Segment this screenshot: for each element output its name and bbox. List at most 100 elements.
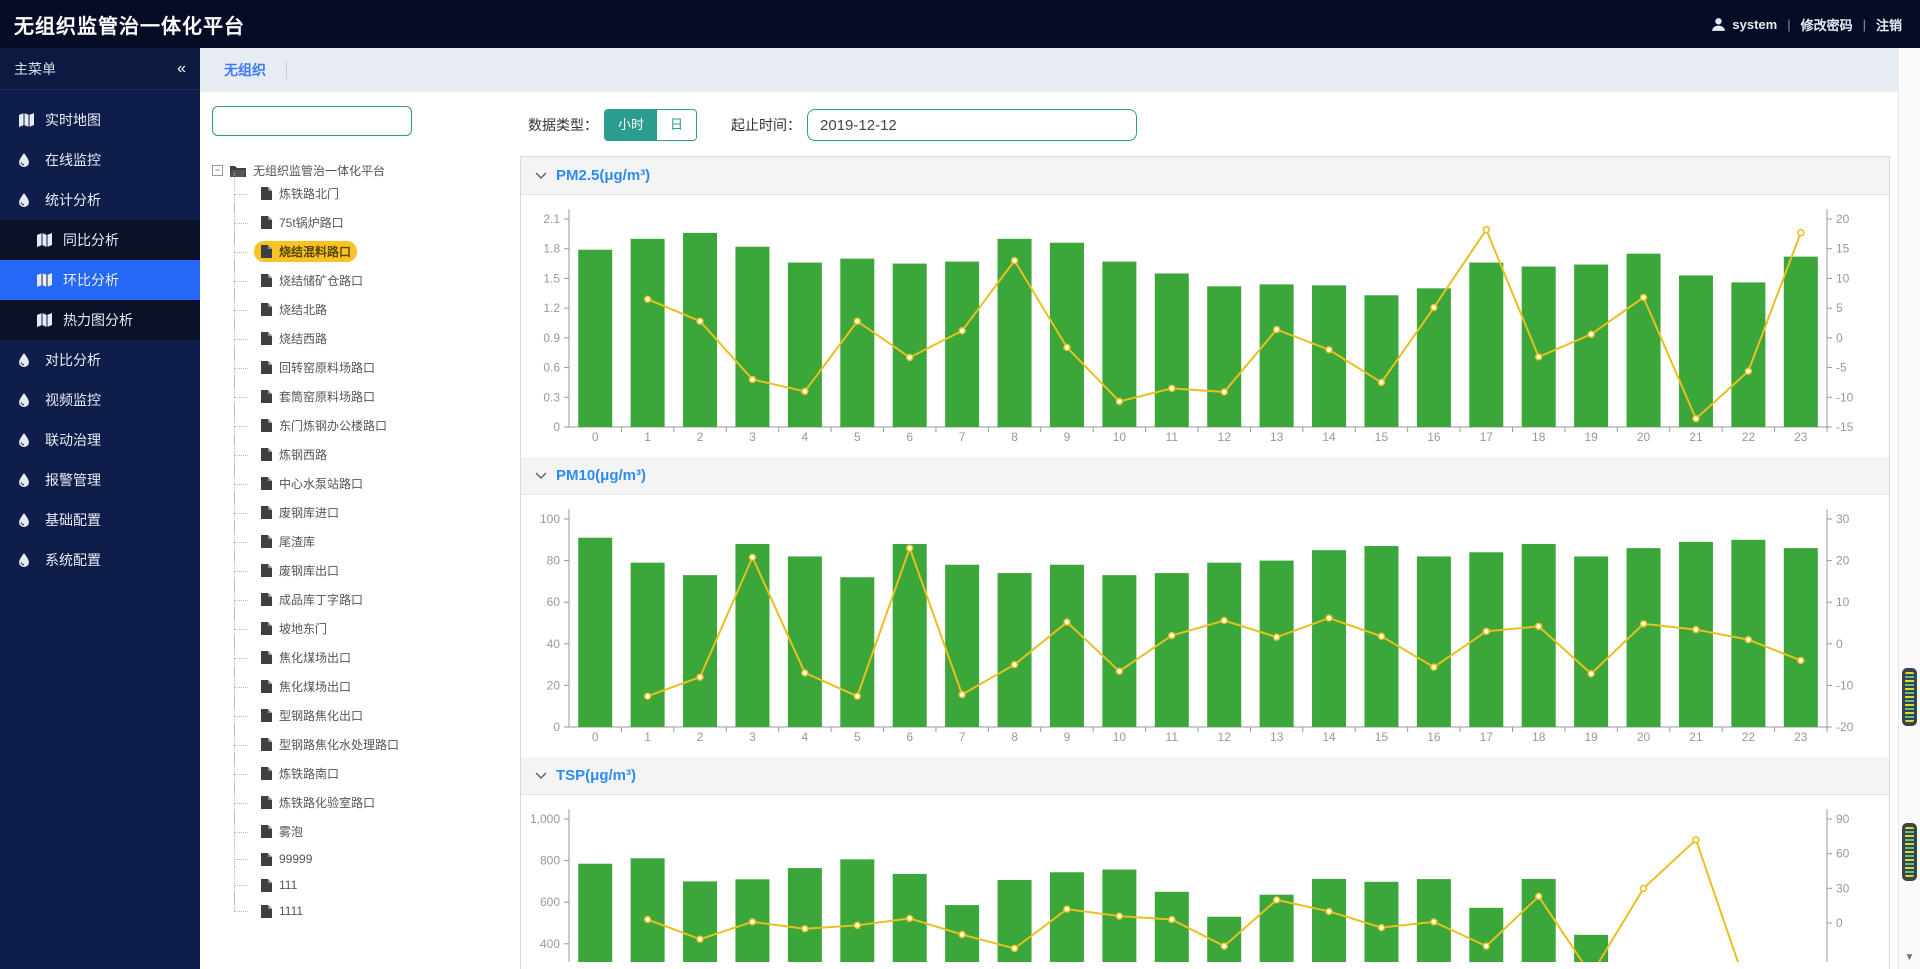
chart-section-header[interactable]: TSP(μg/m³) <box>521 757 1889 795</box>
svg-text:5: 5 <box>854 430 861 444</box>
file-icon <box>260 622 272 635</box>
collapse-sidebar-icon[interactable]: « <box>177 60 186 78</box>
tree-node[interactable]: 炼铁路南口 <box>228 759 510 788</box>
tree-node[interactable]: 型钢路焦化水处理路口 <box>228 730 510 759</box>
sidebar-title: 主菜单 <box>14 59 56 79</box>
file-icon <box>260 680 272 693</box>
tree-node[interactable]: 焦化煤场出口 <box>228 643 510 672</box>
tree-node[interactable]: 废钢库出口 <box>228 556 510 585</box>
tree-node[interactable]: 焦化煤场出口 <box>228 672 510 701</box>
tree-node[interactable]: 套筒窑原料场路口 <box>228 382 510 411</box>
file-icon <box>260 879 272 892</box>
svg-text:23: 23 <box>1794 430 1808 444</box>
tree-root[interactable]: − 无组织监管治一体化平台 <box>212 162 510 179</box>
tree-node[interactable]: 雾泡 <box>228 817 510 846</box>
tree-node[interactable]: 111 <box>228 872 510 898</box>
tree-node[interactable]: 烧结西路 <box>228 324 510 353</box>
tree-node[interactable]: 75t锅炉路口 <box>228 208 510 237</box>
username: system <box>1732 17 1777 32</box>
chart-section-header[interactable]: PM2.5(μg/m³) <box>521 157 1889 195</box>
file-icon <box>260 905 272 918</box>
sidebar-item[interactable]: 实时地图 <box>0 100 200 140</box>
svg-text:11: 11 <box>1166 430 1179 444</box>
tree-expander-icon[interactable]: − <box>212 165 223 176</box>
hour-toggle-button[interactable]: 小时 <box>605 110 657 140</box>
sidebar-item[interactable]: 视频监控 <box>0 380 200 420</box>
svg-text:0: 0 <box>1836 331 1843 345</box>
tree-search-input[interactable] <box>212 106 412 136</box>
svg-text:0: 0 <box>592 730 599 744</box>
chart-section-header[interactable]: PM10(μg/m³) <box>521 457 1889 495</box>
date-picker-input[interactable] <box>807 109 1137 141</box>
tree-node[interactable]: 型钢路焦化出口 <box>228 701 510 730</box>
sidebar-item[interactable]: 联动治理 <box>0 420 200 460</box>
tree-node-selected[interactable]: 烧结混料路口 <box>228 237 510 266</box>
sidebar-item[interactable]: 报警管理 <box>0 460 200 500</box>
sidebar-item[interactable]: 环比分析 <box>0 260 200 300</box>
tree-node[interactable]: 尾渣库 <box>228 527 510 556</box>
svg-text:0: 0 <box>592 430 599 444</box>
scrollbar-thumb[interactable] <box>1902 668 1917 726</box>
sidebar-item[interactable]: 系统配置 <box>0 540 200 580</box>
sidebar-item[interactable]: 对比分析 <box>0 340 200 380</box>
svg-text:0.6: 0.6 <box>543 361 560 375</box>
file-icon <box>260 506 272 519</box>
sidebar-item[interactable]: 在线监控 <box>0 140 200 180</box>
logout-link[interactable]: 注销 <box>1876 15 1902 34</box>
file-icon <box>260 738 272 751</box>
file-icon <box>260 709 272 722</box>
scrollbar-thumb[interactable] <box>1902 823 1917 881</box>
svg-text:20: 20 <box>1836 212 1850 226</box>
svg-text:40: 40 <box>547 637 561 651</box>
sidebar: 主菜单 « 实时地图在线监控统计分析同比分析环比分析热力图分析对比分析视频监控联… <box>0 48 200 969</box>
svg-text:16: 16 <box>1427 730 1441 744</box>
svg-text:20: 20 <box>1637 430 1651 444</box>
sidebar-item[interactable]: 统计分析 <box>0 180 200 220</box>
user-menu[interactable]: system <box>1710 17 1777 32</box>
map-icon <box>36 313 53 328</box>
svg-text:2: 2 <box>697 430 704 444</box>
chart-title: TSP(μg/m³) <box>556 767 636 784</box>
sidebar-item[interactable]: 基础配置 <box>0 500 200 540</box>
svg-text:0: 0 <box>553 420 560 434</box>
tree-node[interactable]: 成品库丁字路口 <box>228 585 510 614</box>
tree-node[interactable]: 回转窑原料场路口 <box>228 353 510 382</box>
tree-node[interactable]: 烧结储矿仓路口 <box>228 266 510 295</box>
tree-node[interactable]: 烧结北路 <box>228 295 510 324</box>
drop-icon <box>18 153 35 168</box>
tree-node[interactable]: 坡地东门 <box>228 614 510 643</box>
tree-node[interactable]: 1111 <box>228 898 510 924</box>
svg-text:9: 9 <box>1064 430 1071 444</box>
svg-text:80: 80 <box>547 554 561 568</box>
tree-node[interactable]: 废钢库进口 <box>228 498 510 527</box>
tab-wuzuzhi[interactable]: 无组织 <box>204 48 286 92</box>
sidebar-header: 主菜单 « <box>0 48 200 90</box>
svg-text:1.2: 1.2 <box>543 301 560 315</box>
charts-column: 数据类型： 小时 日 起止时间： PM2.5(μg/m³)00.30.60.91… <box>520 106 1890 969</box>
file-icon <box>260 187 272 200</box>
scroll-down-icon[interactable]: ▼ <box>1899 952 1920 963</box>
tree-node[interactable]: 炼铁路化验室路口 <box>228 788 510 817</box>
tree-node[interactable]: 99999 <box>228 846 510 872</box>
map-icon <box>36 273 53 288</box>
change-password-link[interactable]: 修改密码 <box>1801 15 1853 34</box>
svg-text:20: 20 <box>1836 554 1850 568</box>
map-icon <box>36 233 53 248</box>
map-icon <box>18 113 35 128</box>
svg-text:5: 5 <box>854 730 861 744</box>
svg-text:4: 4 <box>802 730 809 744</box>
tree-node[interactable]: 炼钢西路 <box>228 440 510 469</box>
file-icon <box>260 216 272 229</box>
tree-node[interactable]: 中心水泵站路口 <box>228 469 510 498</box>
tree-node[interactable]: 炼铁路北门 <box>228 179 510 208</box>
sidebar-item[interactable]: 热力图分析 <box>0 300 200 340</box>
tree-node[interactable]: 东门炼钢办公楼路口 <box>228 411 510 440</box>
tab-separator <box>286 61 287 79</box>
svg-text:60: 60 <box>1836 847 1850 861</box>
svg-text:-20: -20 <box>1836 720 1854 734</box>
window-scrollbar[interactable]: ▼ <box>1898 48 1920 969</box>
sidebar-item[interactable]: 同比分析 <box>0 220 200 260</box>
file-icon <box>260 796 272 809</box>
day-toggle-button[interactable]: 日 <box>657 110 696 140</box>
file-icon <box>260 390 272 403</box>
